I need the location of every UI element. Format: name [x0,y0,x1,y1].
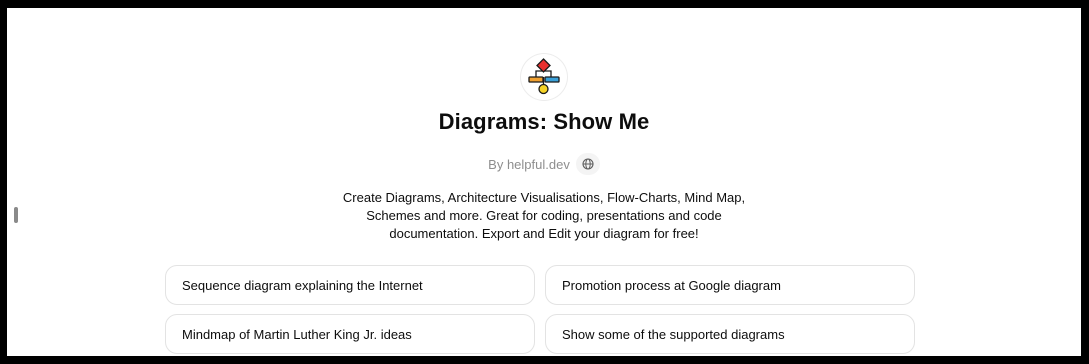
conversation-starter-button[interactable]: Sequence diagram explaining the Internet [165,265,535,305]
flowchart-diagram-icon [528,58,560,95]
gpt-logo [521,54,567,100]
gpt-landing-panel: Diagrams: Show Me By helpful.dev Create … [7,8,1081,356]
globe-icon [582,158,594,170]
conversation-starter-button[interactable]: Show some of the supported diagrams [545,314,915,354]
author-byline: By helpful.dev [7,153,1081,175]
description-line: documentation. Export and Edit your diag… [389,226,699,241]
gpt-title: Diagrams: Show Me [438,109,650,134]
conversation-starter-button[interactable]: Promotion process at Google diagram [545,265,915,305]
conversation-starter-button[interactable]: Mindmap of Martin Luther King Jr. ideas [165,314,535,354]
description-line: Create Diagrams, Architecture Visualisat… [342,190,746,205]
author-name[interactable]: By helpful.dev [488,157,570,172]
gpt-description: Create Diagrams, Architecture Visualisat… [7,189,1081,243]
website-button[interactable] [575,153,600,175]
description-line: Schemes and more. Great for coding, pres… [366,208,722,223]
